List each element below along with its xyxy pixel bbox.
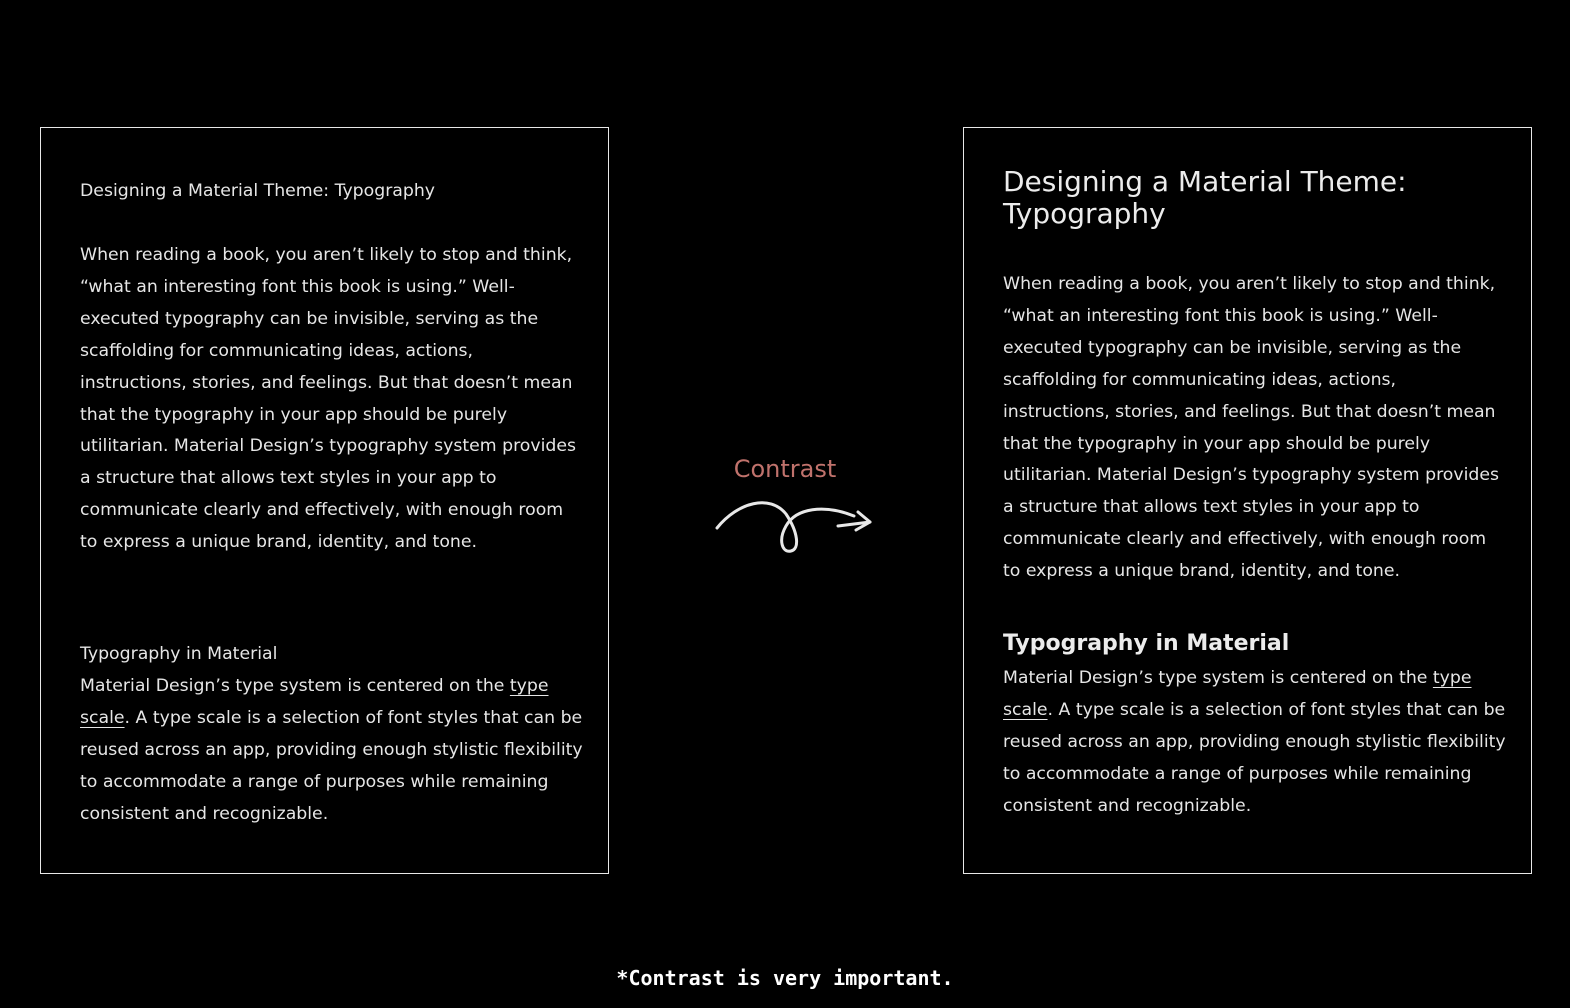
before-title: Designing a Material Theme: Typography <box>80 181 436 201</box>
after-subtitle: Typography in Material <box>1003 631 1290 657</box>
footnote: *Contrast is very important. <box>616 966 954 990</box>
after-paragraph-2-end: . A type scale is a selection of font st… <box>1003 699 1506 816</box>
before-paragraph-2: Material Design’s type system is centere… <box>80 671 584 831</box>
loop-arrow-icon <box>715 501 872 553</box>
after-paragraph-2-start: Material Design’s type system is centere… <box>1003 668 1433 689</box>
after-card-content: Designing a Material Theme: Typography W… <box>1003 166 1507 823</box>
before-card: Designing a Material Theme: Typography W… <box>40 127 609 874</box>
before-subtitle: Typography in Material <box>80 644 278 665</box>
before-card-content: Designing a Material Theme: Typography W… <box>80 179 584 831</box>
contrast-label: Contrast <box>733 455 837 483</box>
after-paragraph-2: Material Design’s type system is centere… <box>1003 663 1507 823</box>
before-paragraph-2-end: . A type scale is a selection of font st… <box>80 707 583 824</box>
before-paragraph-1: When reading a book, you aren’t likely t… <box>80 245 577 553</box>
before-paragraph-2-start: Material Design’s type system is centere… <box>80 675 510 696</box>
after-paragraph-1: When reading a book, you aren’t likely t… <box>1003 274 1500 582</box>
after-card: Designing a Material Theme: Typography W… <box>963 127 1532 874</box>
after-title: Designing a Material Theme: Typography <box>1003 165 1407 230</box>
